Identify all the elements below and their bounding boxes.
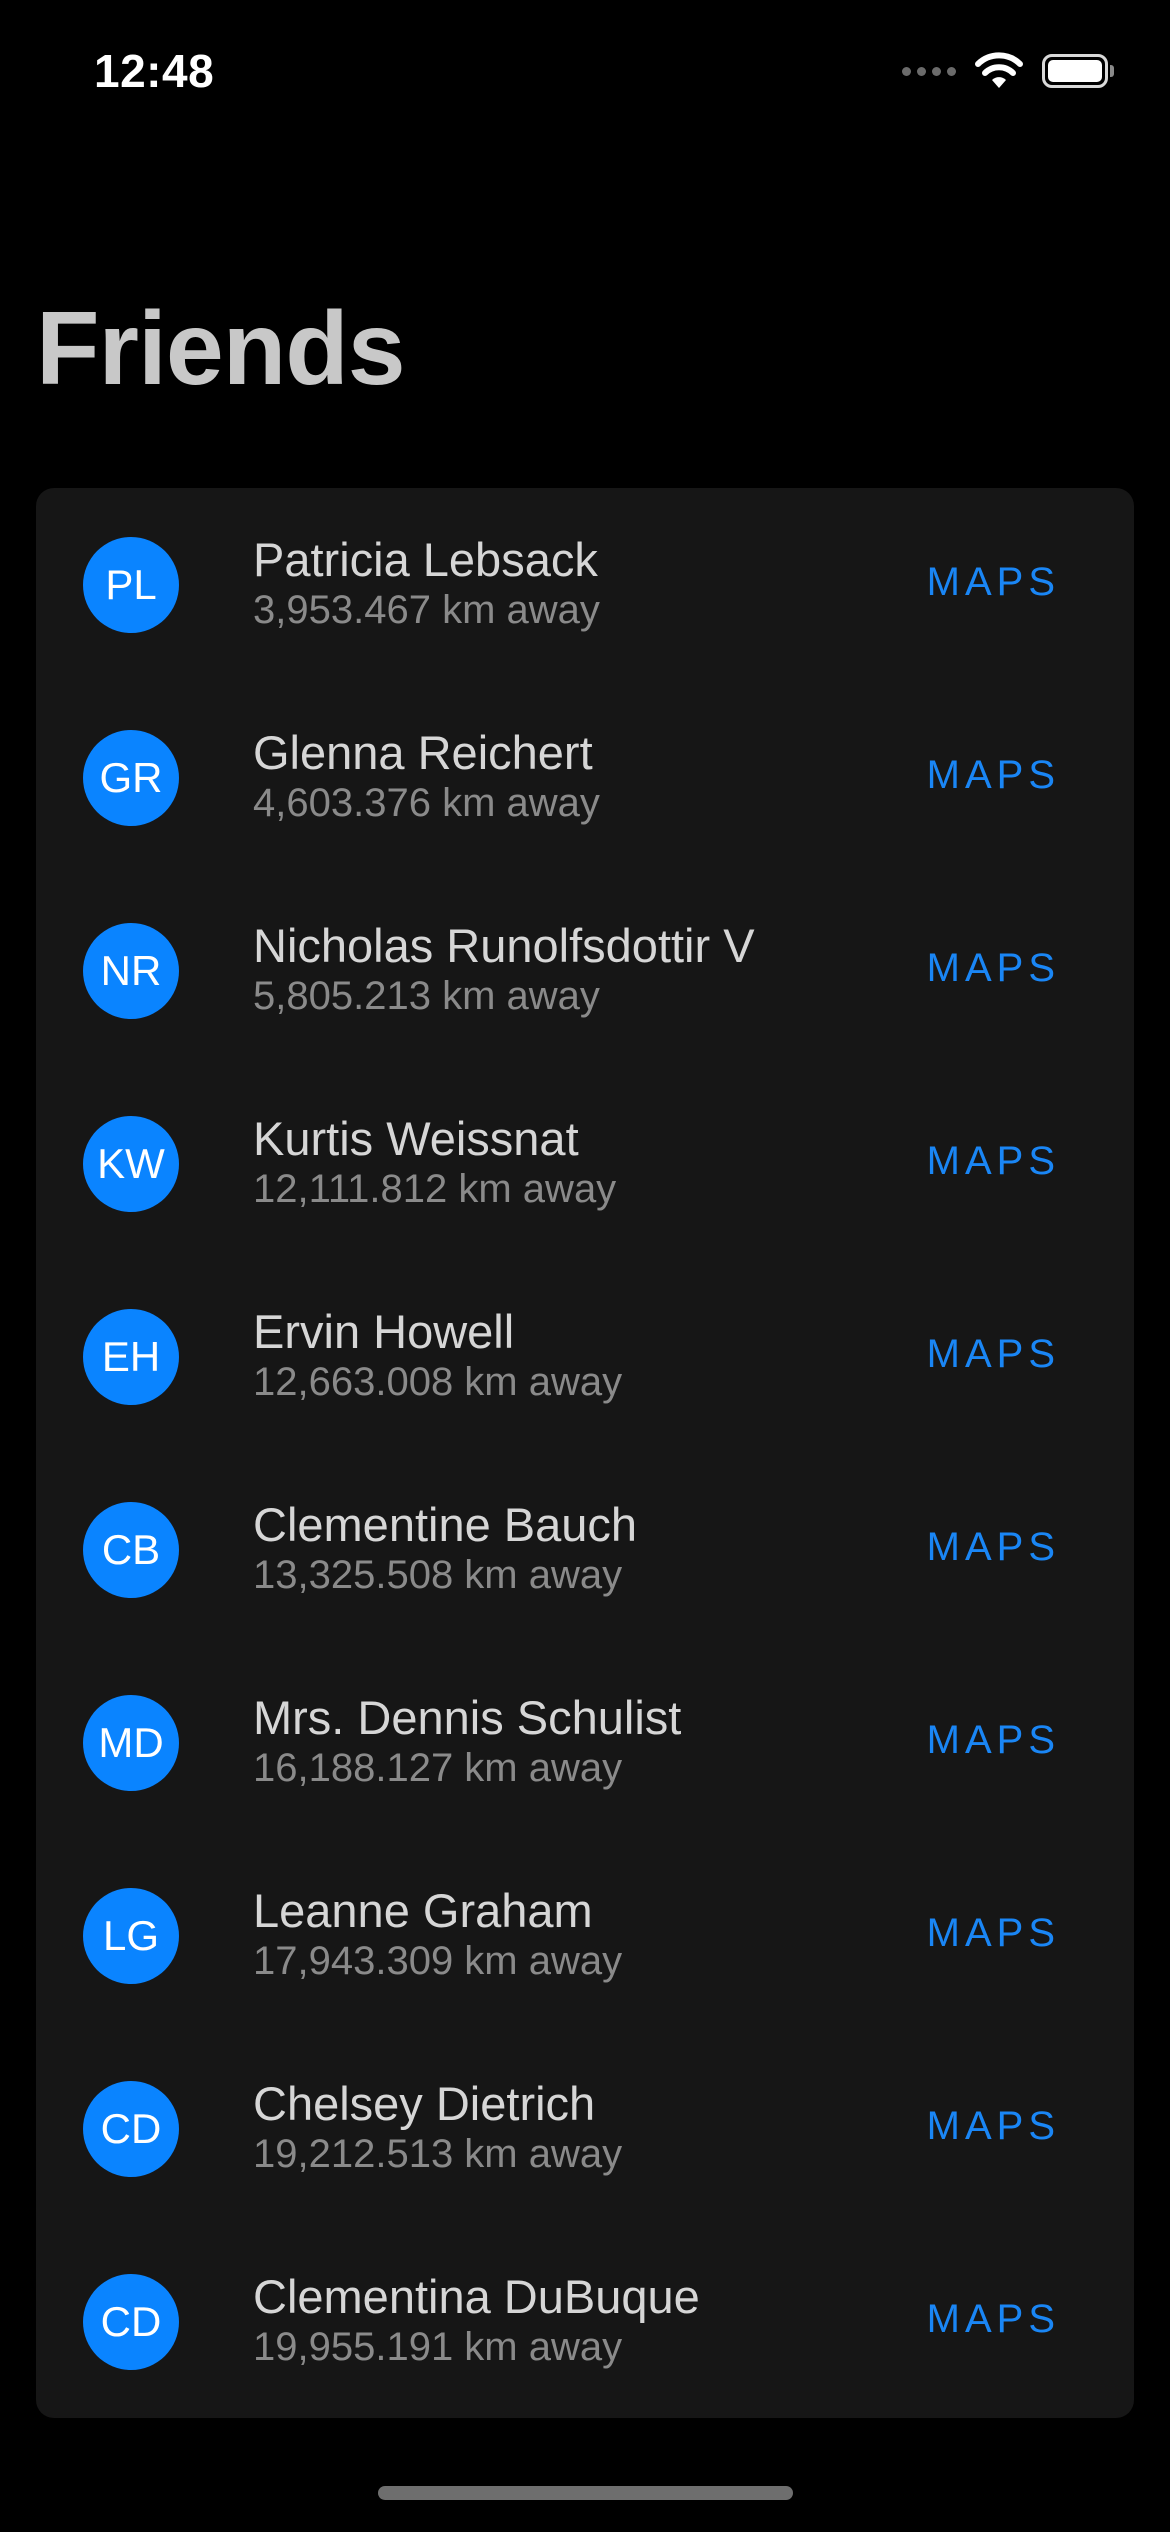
friend-name: Mrs. Dennis Schulist (253, 1691, 682, 1744)
avatar: CB (83, 1502, 179, 1598)
wifi-icon (975, 52, 1023, 88)
friend-row[interactable]: KW Kurtis Weissnat 12,111.812 km away MAPS (36, 1067, 1134, 1260)
friend-row[interactable]: GR Glenna Reichert 4,603.376 km away MAPS (36, 681, 1134, 874)
maps-button[interactable]: MAPS (927, 2297, 1060, 2342)
maps-button[interactable]: MAPS (927, 2104, 1060, 2149)
avatar: MD (83, 1695, 179, 1791)
page-title: Friends (36, 291, 406, 407)
friend-row[interactable]: PL Patricia Lebsack 3,953.467 km away MAPS (36, 488, 1134, 681)
avatar: KW (83, 1116, 179, 1212)
friends-screen: 12:48 Friends PL Patricia Lebsack 3,953.46… (0, 0, 1170, 2532)
maps-button[interactable]: MAPS (927, 1911, 1060, 1956)
friend-distance: 19,955.191 km away (253, 2325, 623, 2369)
avatar: NR (83, 923, 179, 1019)
friend-name: Glenna Reichert (253, 726, 593, 779)
friend-row[interactable]: NR Nicholas Runolfsdottir V 5,805.213 km a… (36, 874, 1134, 1067)
friend-row[interactable]: EH Ervin Howell 12,663.008 km away MAPS (36, 1260, 1134, 1453)
friend-distance: 13,325.508 km away (253, 1553, 623, 1597)
status-time: 12:48 (94, 45, 215, 97)
friend-row[interactable]: MD Mrs. Dennis Schulist 16,188.127 km away… (36, 1646, 1134, 1839)
maps-button[interactable]: MAPS (927, 753, 1060, 798)
friend-distance: 12,663.008 km away (253, 1360, 623, 1404)
avatar: CD (83, 2081, 179, 2177)
friend-name: Patricia Lebsack (253, 533, 598, 586)
avatar: EH (83, 1309, 179, 1405)
avatar: PL (83, 537, 179, 633)
friend-distance: 5,805.213 km away (253, 974, 600, 1018)
avatar: GR (83, 730, 179, 826)
friend-name: Ervin Howell (253, 1305, 515, 1358)
friend-distance: 19,212.513 km away (253, 2132, 623, 2176)
home-indicator[interactable] (378, 2486, 793, 2500)
friend-name: Nicholas Runolfsdottir V (253, 919, 755, 972)
maps-button[interactable]: MAPS (927, 560, 1060, 605)
friend-name: Kurtis Weissnat (253, 1112, 579, 1165)
battery-icon (1042, 54, 1114, 88)
status-bar: 12:48 (0, 0, 1170, 150)
friend-name: Clementina DuBuque (253, 2270, 700, 2323)
friend-distance: 4,603.376 km away (253, 781, 600, 825)
friend-name: Leanne Graham (253, 1884, 593, 1937)
friend-row[interactable]: CD Clementina DuBuque 19,955.191 km away MA… (36, 2225, 1134, 2418)
maps-button[interactable]: MAPS (927, 1139, 1060, 1184)
friend-distance: 17,943.309 km away (253, 1939, 623, 1983)
signal-dots-icon (902, 66, 956, 76)
avatar: CD (83, 2274, 179, 2370)
friend-row[interactable]: LG Leanne Graham 17,943.309 km away MAPS (36, 1839, 1134, 2032)
friend-name: Chelsey Dietrich (253, 2077, 596, 2130)
friend-list: PL Patricia Lebsack 3,953.467 km away MAPS G… (36, 488, 1134, 2418)
status-icons (902, 52, 1114, 90)
friend-distance: 3,953.467 km away (253, 588, 600, 632)
friend-row[interactable]: CD Chelsey Dietrich 19,212.513 km away MAPS (36, 2032, 1134, 2225)
maps-button[interactable]: MAPS (927, 1718, 1060, 1763)
maps-button[interactable]: MAPS (927, 1332, 1060, 1377)
friend-distance: 12,111.812 km away (253, 1167, 617, 1211)
friend-distance: 16,188.127 km away (253, 1746, 623, 1790)
friend-name: Clementine Bauch (253, 1498, 638, 1551)
avatar: LG (83, 1888, 179, 1984)
maps-button[interactable]: MAPS (927, 946, 1060, 991)
friend-row[interactable]: CB Clementine Bauch 13,325.508 km away MAPS (36, 1453, 1134, 1646)
maps-button[interactable]: MAPS (927, 1525, 1060, 1570)
